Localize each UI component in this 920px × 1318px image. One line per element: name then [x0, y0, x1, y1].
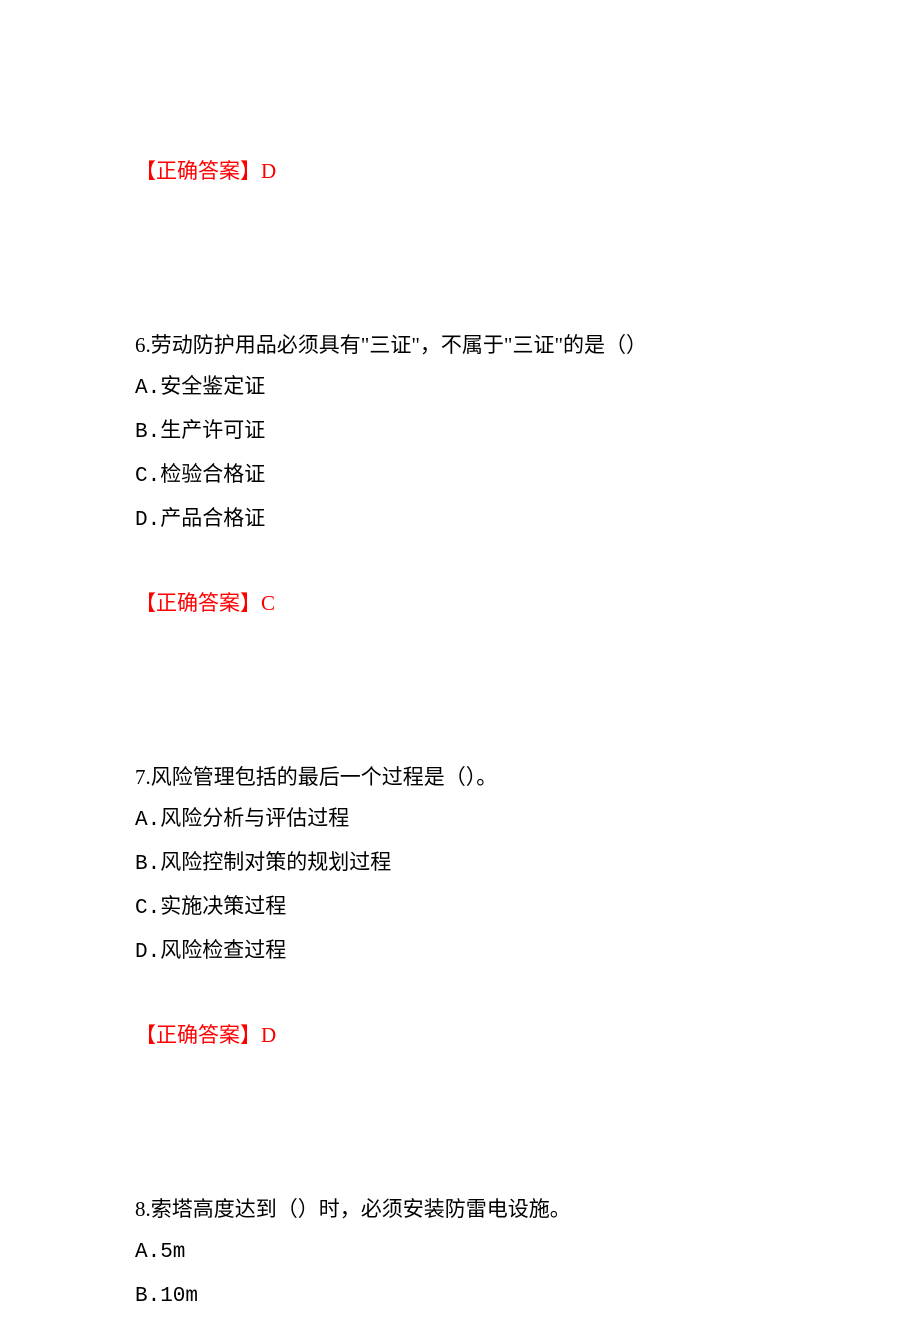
- question-8: 8.索塔高度达到（）时，必须安装防雷电设施。 A.5m B.10m: [135, 1188, 785, 1318]
- answer-letter: C: [261, 591, 275, 615]
- option-b: B.风险控制对策的规划过程: [135, 844, 785, 886]
- option-b: B.生产许可证: [135, 412, 785, 454]
- question-6: 6.劳动防护用品必须具有"三证"，不属于"三证"的是（） A.安全鉴定证 B.生…: [135, 324, 785, 542]
- document-page: 【正确答案】D 6.劳动防护用品必须具有"三证"，不属于"三证"的是（） A.安…: [0, 0, 920, 1318]
- question-text: 7.风险管理包括的最后一个过程是（）。: [135, 756, 785, 798]
- answer-label: 【正确答案】: [135, 591, 261, 615]
- option-a: A.风险分析与评估过程: [135, 800, 785, 842]
- answer-block-7: 【正确答案】D: [135, 1014, 785, 1056]
- option-c: C.实施决策过程: [135, 888, 785, 930]
- option-d: D.产品合格证: [135, 500, 785, 542]
- option-d: D.风险检查过程: [135, 932, 785, 974]
- option-a: A.安全鉴定证: [135, 368, 785, 410]
- answer-label: 【正确答案】: [135, 159, 261, 183]
- option-a: A.5m: [135, 1232, 785, 1274]
- question-7: 7.风险管理包括的最后一个过程是（）。 A.风险分析与评估过程 B.风险控制对策…: [135, 756, 785, 974]
- question-text: 6.劳动防护用品必须具有"三证"，不属于"三证"的是（）: [135, 324, 785, 366]
- answer-block-5: 【正确答案】D: [135, 150, 785, 192]
- answer-letter: D: [261, 1023, 276, 1047]
- answer-block-6: 【正确答案】C: [135, 582, 785, 624]
- answer-label: 【正确答案】: [135, 1023, 261, 1047]
- option-b: B.10m: [135, 1276, 785, 1318]
- question-text: 8.索塔高度达到（）时，必须安装防雷电设施。: [135, 1188, 785, 1230]
- answer-letter: D: [261, 159, 276, 183]
- option-c: C.检验合格证: [135, 456, 785, 498]
